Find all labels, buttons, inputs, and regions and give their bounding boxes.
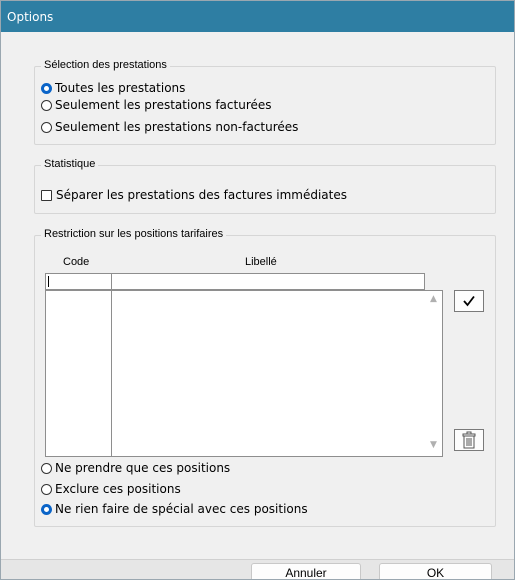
code-input[interactable] <box>46 274 112 289</box>
radio-all-services-label: Toutes les prestations <box>55 81 186 95</box>
radio-indicator-selected[interactable] <box>41 503 52 515</box>
dialog-footer: Annuler OK <box>1 559 514 579</box>
radio-billed-only[interactable]: Seulement les prestations facturées <box>41 97 272 113</box>
column-header-label: Libellé <box>245 256 277 268</box>
title-bar[interactable]: Options <box>1 1 514 32</box>
window-title: Options <box>7 10 54 24</box>
radio-indicator[interactable] <box>41 462 52 474</box>
radio-unbilled-only[interactable]: Seulement les prestations non-facturées <box>41 119 298 135</box>
confirm-position-button[interactable] <box>454 290 484 312</box>
radio-do-nothing-special-label: Ne rien faire de spécial avec ces positi… <box>55 502 308 516</box>
column-divider <box>111 291 112 456</box>
radio-indicator-selected[interactable] <box>41 82 52 94</box>
radio-indicator[interactable] <box>41 121 52 133</box>
separate-immediate-invoices-checkbox[interactable]: Séparer les prestations des factures imm… <box>41 187 347 203</box>
radio-exclude-positions[interactable]: Exclure ces positions <box>41 481 181 497</box>
radio-only-these-positions[interactable]: Ne prendre que ces positions <box>41 460 230 476</box>
radio-only-these-positions-label: Ne prendre que ces positions <box>55 461 231 475</box>
radio-billed-only-label: Seulement les prestations facturées <box>55 98 272 112</box>
radio-exclude-positions-label: Exclure ces positions <box>55 482 181 496</box>
restriction-group-legend: Restriction sur les positions tarifaires <box>41 228 227 240</box>
statistics-group-legend: Statistique <box>41 158 99 170</box>
scroll-down-arrow-icon[interactable]: ▼ <box>430 441 437 450</box>
checkbox-indicator[interactable] <box>41 189 52 201</box>
trash-icon <box>462 431 476 449</box>
list-scrollbar[interactable]: ▲ ▼ <box>427 291 442 456</box>
radio-indicator[interactable] <box>41 483 52 495</box>
positions-list[interactable]: ▲ ▼ <box>45 290 443 457</box>
ok-button[interactable]: OK <box>379 563 492 579</box>
radio-do-nothing-special[interactable]: Ne rien faire de spécial avec ces positi… <box>41 501 308 517</box>
selection-group-legend: Sélection des prestations <box>41 59 170 71</box>
radio-all-services[interactable]: Toutes les prestations <box>41 80 185 96</box>
options-dialog: Options Sélection des prestations Toutes… <box>0 0 515 580</box>
text-caret <box>48 276 49 287</box>
delete-position-button[interactable] <box>454 429 484 451</box>
checkmark-icon <box>463 295 475 307</box>
separate-immediate-invoices-label: Séparer les prestations des factures imm… <box>56 188 347 202</box>
radio-unbilled-only-label: Seulement les prestations non-facturées <box>55 120 299 134</box>
position-edit-row[interactable] <box>45 273 425 290</box>
cancel-button[interactable]: Annuler <box>251 563 361 579</box>
radio-indicator[interactable] <box>41 99 52 111</box>
scroll-up-arrow-icon[interactable]: ▲ <box>430 295 437 304</box>
column-header-code: Code <box>63 256 90 268</box>
